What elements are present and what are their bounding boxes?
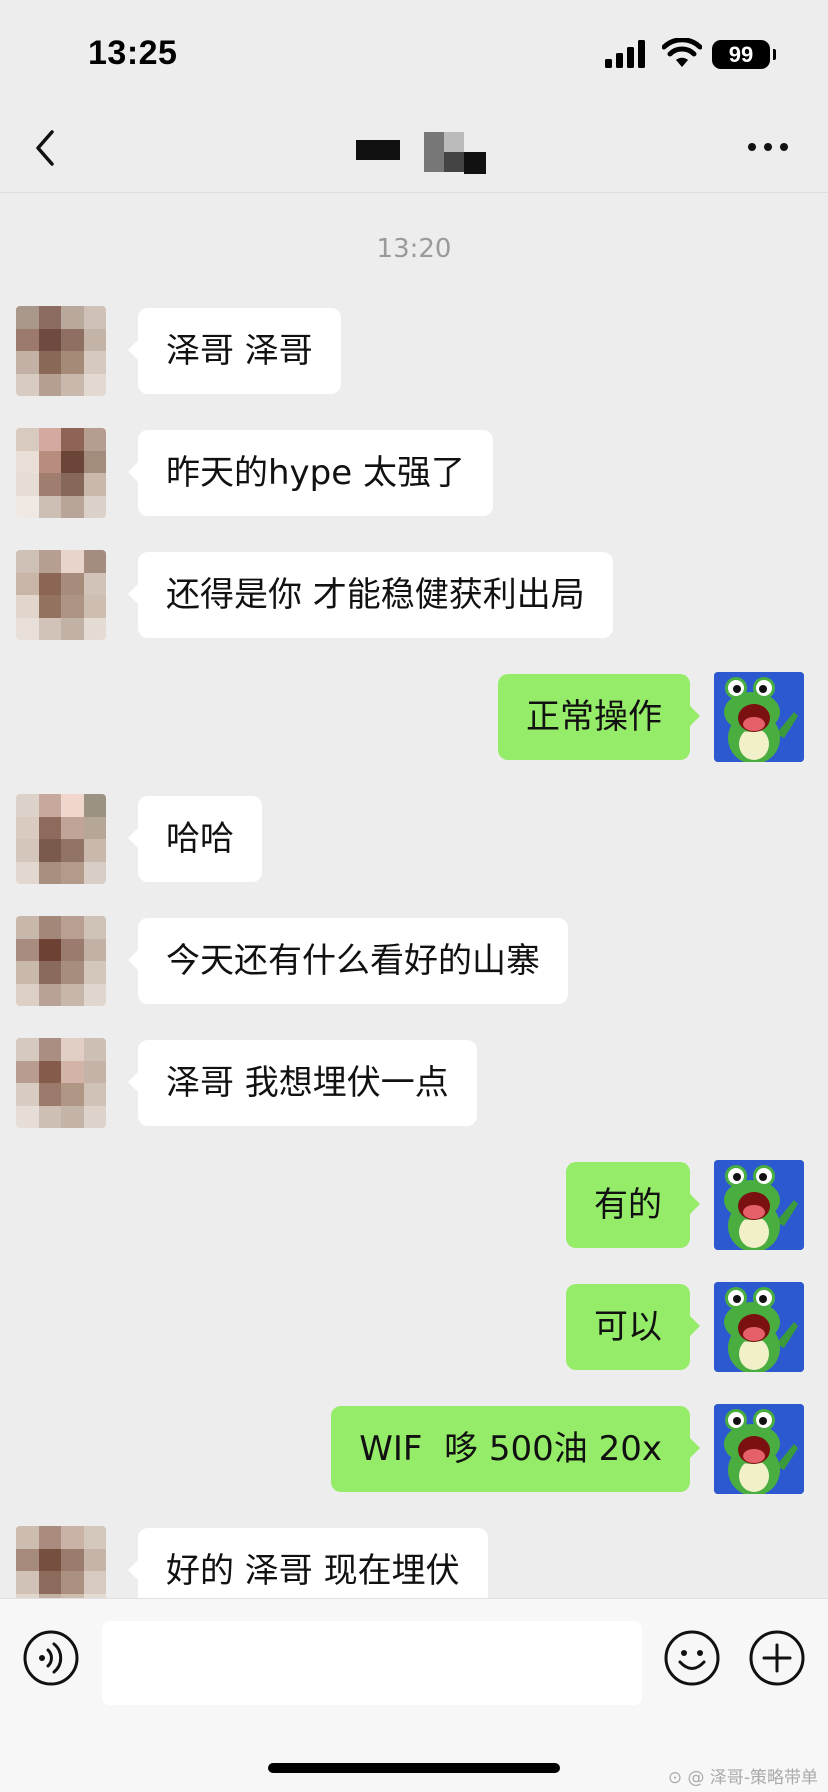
sent-message-bubble[interactable]: 有的	[566, 1162, 700, 1248]
my-avatar-frog[interactable]	[714, 1282, 804, 1372]
signal-icon	[605, 40, 645, 68]
input-bar: ⊙ @ 泽哥-策略带单	[0, 1598, 828, 1792]
watermark: ⊙ @ 泽哥-策略带单	[667, 1768, 818, 1788]
chevron-left-icon[interactable]	[30, 128, 60, 168]
chat-title-redacted	[340, 118, 500, 174]
nav-bar	[0, 100, 828, 193]
message-input[interactable]	[102, 1621, 642, 1705]
received-message-bubble[interactable]: 今天还有什么看好的山寨	[128, 918, 568, 1004]
contact-avatar-pixelated[interactable]	[16, 916, 106, 1006]
contact-avatar-pixelated[interactable]	[16, 1038, 106, 1128]
contact-avatar-pixelated[interactable]	[16, 1526, 106, 1598]
battery-icon: 99	[712, 40, 776, 69]
message-timestamp: 13:20	[376, 234, 452, 264]
voice-icon[interactable]	[22, 1629, 80, 1687]
sent-message-bubble[interactable]: WIF 哆 500油 20x	[331, 1406, 700, 1492]
more-icon[interactable]	[746, 140, 790, 154]
received-message-bubble[interactable]: 哈哈	[128, 796, 262, 882]
sent-message-bubble[interactable]: 正常操作	[498, 674, 700, 760]
contact-avatar-pixelated[interactable]	[16, 794, 106, 884]
plus-icon[interactable]	[748, 1629, 806, 1687]
my-avatar-frog[interactable]	[714, 1160, 804, 1250]
wifi-icon	[662, 38, 702, 67]
contact-avatar-pixelated[interactable]	[16, 428, 106, 518]
status-time: 13:25	[88, 34, 178, 72]
received-message-bubble[interactable]: 昨天的hype 太强了	[128, 430, 493, 516]
received-message-bubble[interactable]: 泽哥 泽哥	[128, 308, 341, 394]
chat-area[interactable]: 13:20 泽哥 泽哥昨天的hype 太强了还得是你 才能稳健获利出局正常操作哈…	[0, 194, 828, 1598]
contact-avatar-pixelated[interactable]	[16, 550, 106, 640]
emoji-icon[interactable]	[663, 1629, 721, 1687]
my-avatar-frog[interactable]	[714, 1404, 804, 1494]
home-indicator[interactable]	[268, 1763, 560, 1773]
received-message-bubble[interactable]: 好的 泽哥 现在埋伏	[128, 1528, 488, 1598]
received-message-bubble[interactable]: 还得是你 才能稳健获利出局	[128, 552, 613, 638]
status-bar: 13:25 99	[0, 0, 828, 100]
sent-message-bubble[interactable]: 可以	[566, 1284, 700, 1370]
my-avatar-frog[interactable]	[714, 672, 804, 762]
contact-avatar-pixelated[interactable]	[16, 306, 106, 396]
received-message-bubble[interactable]: 泽哥 我想埋伏一点	[128, 1040, 477, 1126]
